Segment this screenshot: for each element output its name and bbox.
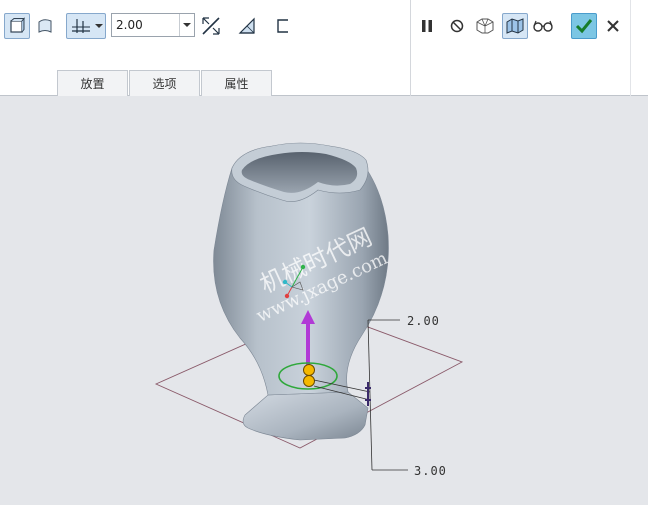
- depth-drag-handle[interactable]: [303, 375, 315, 387]
- glasses-icon: [533, 20, 553, 32]
- depth-value-field[interactable]: 2.00: [111, 13, 195, 37]
- tab-properties[interactable]: 属性: [201, 70, 272, 96]
- pause-button[interactable]: [414, 13, 440, 39]
- flip-direction-button[interactable]: [198, 13, 224, 39]
- depth-option-icon: [71, 19, 90, 33]
- depth-drag-handle[interactable]: [303, 364, 315, 376]
- ribbon-toolbar: 2.00 放置 选项 属性: [0, 0, 648, 96]
- tab-placement[interactable]: 放置: [57, 70, 128, 96]
- chevron-down-icon: [183, 23, 191, 27]
- preview-button[interactable]: [502, 13, 528, 39]
- surface-icon: [38, 19, 52, 33]
- cup-base: [242, 391, 369, 441]
- depth-value-dropdown[interactable]: [179, 14, 194, 36]
- thicken-icon: [277, 19, 288, 33]
- confirm-check-icon: [575, 19, 593, 34]
- verify-mesh-button[interactable]: [472, 13, 498, 39]
- no-preview-button[interactable]: [444, 13, 470, 39]
- remove-material-icon: [238, 17, 255, 34]
- surface-button[interactable]: [32, 13, 58, 39]
- solid-icon: [10, 17, 26, 33]
- verify-mesh-icon: [476, 18, 494, 34]
- chevron-down-icon: [94, 24, 103, 28]
- model-canvas[interactable]: 机械时代网 www.jxage.com 2.00 3.00: [0, 96, 648, 505]
- tab-options[interactable]: 选项: [129, 70, 200, 96]
- glasses-button[interactable]: [530, 13, 556, 39]
- dimension-top-label[interactable]: 2.00: [407, 314, 440, 328]
- confirm-button[interactable]: [571, 13, 597, 39]
- ribbon-divider: [630, 0, 631, 96]
- solid-button[interactable]: [4, 13, 30, 39]
- thicken-button[interactable]: [270, 13, 296, 39]
- preview-icon: [506, 18, 524, 34]
- cancel-x-icon: [607, 20, 619, 32]
- remove-material-button[interactable]: [234, 13, 260, 39]
- cancel-button[interactable]: [600, 13, 626, 39]
- pause-icon: [422, 20, 432, 32]
- depth-value: 2.00: [116, 18, 143, 32]
- ribbon-divider: [410, 0, 411, 96]
- graphics-viewport[interactable]: 机械时代网 www.jxage.com 2.00 3.00: [0, 96, 648, 505]
- options-tabs: 放置 选项 属性: [57, 70, 273, 96]
- flip-direction-icon: [202, 17, 220, 35]
- dimension-bottom-label[interactable]: 3.00: [414, 464, 447, 478]
- no-preview-icon: [450, 19, 464, 33]
- depth-option-dropdown[interactable]: [66, 13, 106, 39]
